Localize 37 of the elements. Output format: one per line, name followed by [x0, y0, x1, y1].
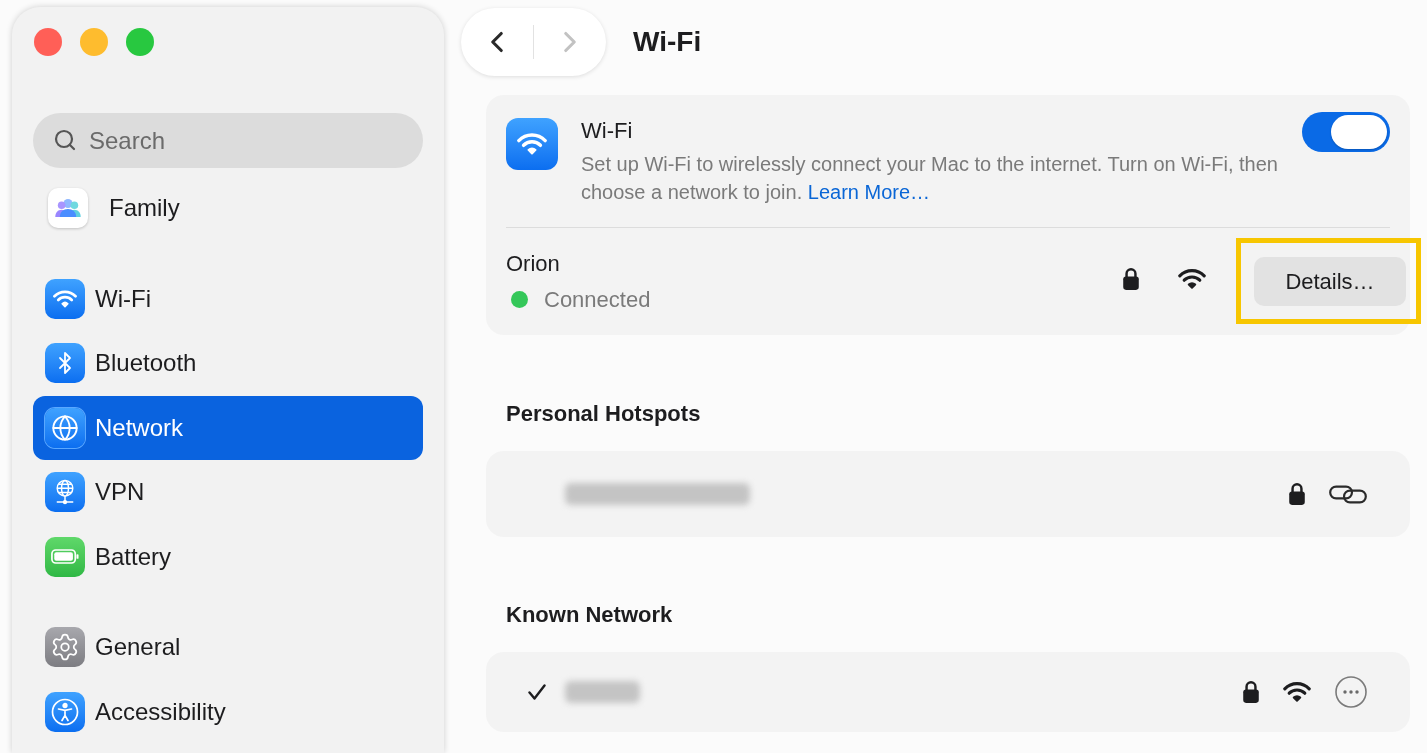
battery-icon [45, 536, 85, 577]
search-field[interactable]: Search [33, 113, 423, 168]
sidebar-item[interactable]: Network [33, 395, 423, 460]
learn-more-link[interactable]: Learn More… [807, 181, 931, 203]
zoom-button[interactable] [126, 28, 154, 56]
wifi-toggle[interactable] [1302, 112, 1390, 152]
globe-icon [45, 407, 85, 448]
search-icon [53, 128, 77, 152]
gear-icon [45, 627, 85, 668]
family-icon [48, 188, 88, 229]
bluetooth-icon [45, 343, 85, 384]
network-row[interactable] [486, 451, 1410, 537]
wifi-description: Set up Wi-Fi to wirelessly connect your Mac to the internet. Turn on Wi-Fi, then choose a network to join. Learn More… [581, 152, 1279, 205]
sidebar-item[interactable]: Battery [33, 524, 423, 589]
more-options-icon[interactable] [1335, 676, 1367, 708]
section-heading: Personal Hotspots [506, 400, 702, 428]
wifi-signal-icon [1178, 268, 1206, 289]
accessibility-icon [45, 691, 85, 732]
sidebar-item[interactable]: Accessibility [33, 679, 423, 744]
sidebar-item[interactable]: Bluetooth [33, 331, 423, 396]
sidebar-item[interactable]: General [33, 615, 423, 680]
sidebar-item[interactable]: Family [33, 176, 423, 241]
chain-link-icon [1329, 484, 1367, 504]
page-title: Wi-Fi [633, 25, 702, 59]
close-button[interactable] [34, 28, 62, 56]
wifi-icon [506, 118, 558, 170]
connection-status: Connected [544, 285, 651, 314]
network-name: Orion [506, 249, 561, 278]
wifi-icon [45, 278, 85, 319]
network-globe-icon [45, 472, 85, 513]
section-heading: Known Network [506, 601, 674, 629]
details-button[interactable]: Details… [1254, 257, 1406, 306]
sidebar-item[interactable]: VPN [33, 460, 423, 525]
wifi-title: Wi-Fi [581, 117, 634, 145]
minimize-button[interactable] [80, 28, 108, 56]
sidebar-item[interactable]: Wi-Fi [33, 266, 423, 331]
wifi-signal-icon [1283, 682, 1311, 702]
